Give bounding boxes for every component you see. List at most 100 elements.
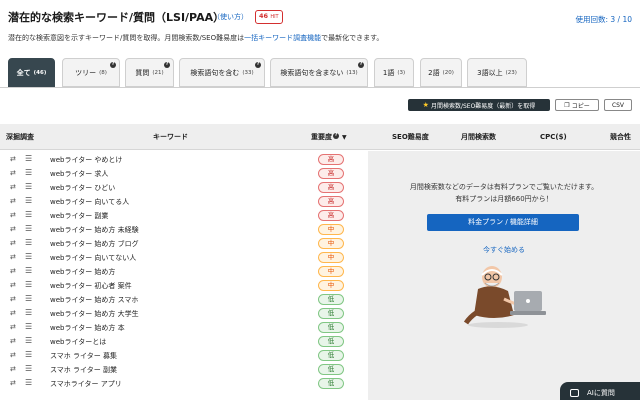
help-icon[interactable]: ?: [255, 62, 261, 68]
list-icon[interactable]: ☰: [25, 322, 32, 331]
tab-count: (3): [397, 69, 406, 76]
refresh-icon[interactable]: ⇄: [10, 309, 16, 317]
start-now-link[interactable]: 今すぐ始める: [368, 245, 640, 255]
page-title: 潜在的な検索キーワード/質問（LSI/PAA）: [8, 11, 225, 24]
keyword-text[interactable]: webライター やめとけ: [50, 155, 122, 165]
importance-badge: 低: [318, 322, 344, 333]
list-icon[interactable]: ☰: [25, 182, 32, 191]
table-row: ⇄ ☰ スマホライター アプリ 低: [0, 377, 368, 391]
tab-two-words[interactable]: 2語 (20): [420, 58, 462, 87]
list-icon[interactable]: ☰: [25, 224, 32, 233]
csv-button[interactable]: CSV: [604, 99, 632, 111]
column-competition: 競合性: [610, 133, 631, 141]
keyword-text[interactable]: webライター 向いてない人: [50, 253, 136, 263]
help-icon[interactable]: ?: [164, 62, 170, 68]
importance-badge: 低: [318, 364, 344, 375]
list-icon[interactable]: ☰: [25, 336, 32, 345]
table-row: ⇄ ☰ webライター 始め方 中: [0, 265, 368, 279]
refresh-icon[interactable]: ⇄: [10, 295, 16, 303]
refresh-icon[interactable]: ⇄: [10, 379, 16, 387]
importance-badge: 高: [318, 196, 344, 207]
help-icon[interactable]: ?: [110, 62, 116, 68]
plan-details-button[interactable]: 料金プラン / 機能詳細: [427, 214, 579, 231]
keyword-text[interactable]: webライター ひどい: [50, 183, 115, 193]
list-icon[interactable]: ☰: [25, 196, 32, 205]
help-icon[interactable]: ?: [333, 133, 339, 139]
refresh-icon[interactable]: ⇄: [10, 239, 16, 247]
keyword-text[interactable]: webライター 始め方 スマホ: [50, 295, 138, 305]
tab-all[interactable]: 全て (46): [8, 58, 55, 87]
tab-count: (46): [33, 69, 47, 76]
refresh-icon[interactable]: ⇄: [10, 225, 16, 233]
keyword-text[interactable]: webライター 初心者 案件: [50, 281, 132, 291]
tab-one-word[interactable]: 1語 (3): [374, 58, 414, 87]
importance-badge: 低: [318, 294, 344, 305]
list-icon[interactable]: ☰: [25, 364, 32, 373]
fetch-metrics-button[interactable]: ★ 月間検索数/SEO難易度（最新）を取得: [408, 99, 550, 111]
ai-question-button[interactable]: AIに質問: [560, 382, 640, 400]
tab-questions[interactable]: 質問 (21)?: [125, 58, 174, 87]
tab-three-plus-words[interactable]: 3語以上 (23): [467, 58, 527, 87]
copy-button[interactable]: ❐ コピー: [555, 99, 599, 111]
refresh-icon[interactable]: ⇄: [10, 253, 16, 261]
usage-count-link[interactable]: 使用回数: 3 / 10: [575, 14, 632, 25]
column-importance[interactable]: 重要度? ▼: [311, 124, 347, 150]
keyword-text[interactable]: webライター 求人: [50, 169, 108, 179]
table-row: ⇄ ☰ webライター 初心者 案件 中: [0, 279, 368, 293]
refresh-icon[interactable]: ⇄: [10, 337, 16, 345]
refresh-icon[interactable]: ⇄: [10, 197, 16, 205]
tab-contains-query[interactable]: 検索語句を含む (33)?: [179, 58, 265, 87]
help-icon[interactable]: ?: [358, 62, 364, 68]
sort-down-icon[interactable]: ▼: [342, 134, 347, 141]
list-icon[interactable]: ☰: [25, 252, 32, 261]
importance-badge: 低: [318, 350, 344, 361]
refresh-icon[interactable]: ⇄: [10, 211, 16, 219]
keyword-text[interactable]: webライター 始め方 未経験: [50, 225, 139, 235]
list-icon[interactable]: ☰: [25, 294, 32, 303]
importance-badge: 高: [318, 182, 344, 193]
refresh-icon[interactable]: ⇄: [10, 183, 16, 191]
hit-count: 46: [259, 12, 269, 20]
keyword-text[interactable]: スマホ ライター 副業: [50, 365, 117, 375]
refresh-icon[interactable]: ⇄: [10, 155, 16, 163]
keyword-text[interactable]: webライター 始め方 ブログ: [50, 239, 139, 249]
list-icon[interactable]: ☰: [25, 238, 32, 247]
list-icon[interactable]: ☰: [25, 266, 32, 275]
list-icon[interactable]: ☰: [25, 350, 32, 359]
refresh-icon[interactable]: ⇄: [10, 351, 16, 359]
refresh-icon[interactable]: ⇄: [10, 281, 16, 289]
howto-link[interactable]: （使い方）: [213, 12, 248, 22]
list-icon[interactable]: ☰: [25, 154, 32, 163]
refresh-icon[interactable]: ⇄: [10, 267, 16, 275]
tab-tree[interactable]: ツリー (8)?: [62, 58, 120, 87]
tab-label: ツリー: [75, 68, 97, 77]
refresh-icon[interactable]: ⇄: [10, 323, 16, 331]
action-bar: ★ 月間検索数/SEO難易度（最新）を取得 ❐ コピー CSV: [408, 99, 632, 111]
list-icon[interactable]: ☰: [25, 308, 32, 317]
list-icon[interactable]: ☰: [25, 210, 32, 219]
keyword-text[interactable]: webライター 始め方 大学生: [50, 309, 139, 319]
copy-icon: ❐: [564, 101, 570, 109]
keyword-text[interactable]: スマホ ライター 募集: [50, 351, 117, 361]
bulk-research-link[interactable]: 一括キーワード調査機能: [244, 34, 321, 42]
refresh-icon[interactable]: ⇄: [10, 169, 16, 177]
description-after: で最新化できます。: [321, 34, 384, 42]
list-icon[interactable]: ☰: [25, 378, 32, 387]
keyword-text[interactable]: webライター 向いてる人: [50, 197, 129, 207]
keyword-text[interactable]: webライターとは: [50, 337, 106, 347]
tab-count: (21): [152, 69, 164, 76]
keyword-text[interactable]: webライター 始め方 本: [50, 323, 125, 333]
refresh-icon[interactable]: ⇄: [10, 365, 16, 373]
keyword-text[interactable]: スマホライター アプリ: [50, 379, 122, 389]
tab-count: (8): [99, 69, 107, 76]
tab-label: 全て: [16, 68, 31, 77]
star-icon: ★: [422, 101, 429, 109]
list-icon[interactable]: ☰: [25, 280, 32, 289]
ai-question-label: AIに質問: [587, 389, 615, 397]
keyword-text[interactable]: webライター 副業: [50, 211, 108, 221]
tab-excludes-query[interactable]: 検索語句を含まない (13)?: [270, 58, 368, 87]
importance-badge: 中: [318, 280, 344, 291]
table-row: ⇄ ☰ webライター 始め方 ブログ 中: [0, 237, 368, 251]
list-icon[interactable]: ☰: [25, 168, 32, 177]
keyword-text[interactable]: webライター 始め方: [50, 267, 115, 277]
